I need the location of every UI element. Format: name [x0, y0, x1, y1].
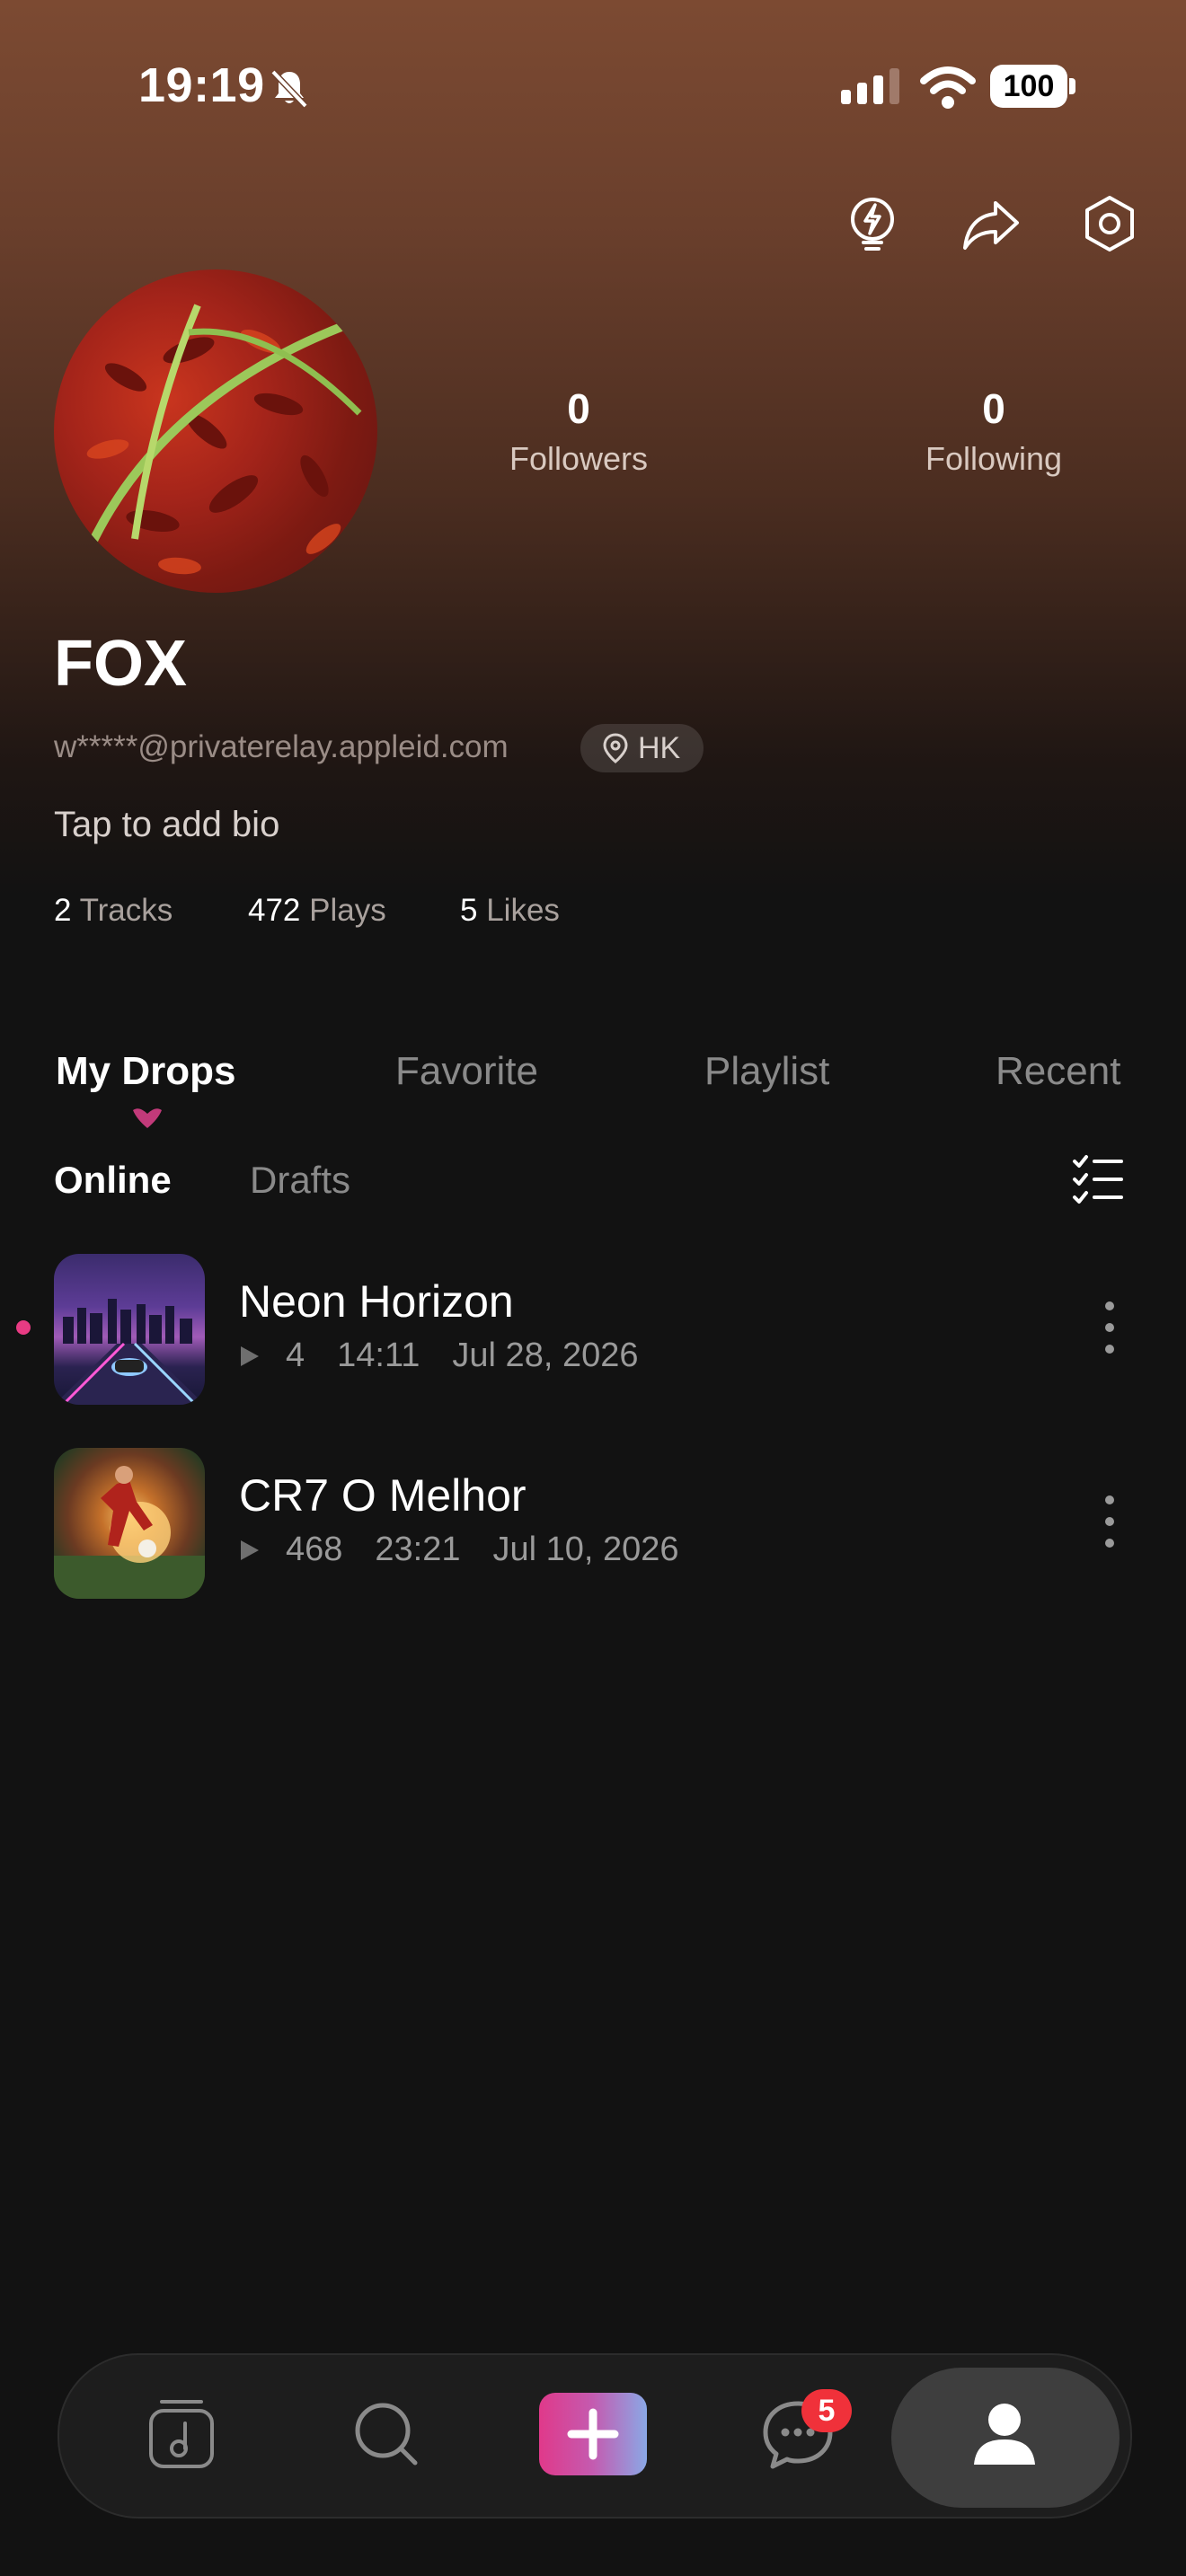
track-meta: 4 14:11 Jul 28, 2026 [239, 1337, 670, 1375]
track-meta: 468 23:21 Jul 10, 2026 [239, 1531, 712, 1569]
following-count[interactable]: 0 [886, 384, 1102, 433]
active-tab-indicator [133, 1108, 162, 1128]
profile-email: w*****@privaterelay.appleid.com [54, 729, 509, 764]
wifi-icon [920, 66, 976, 109]
tab-my-drops[interactable]: My Drops [56, 1049, 235, 1094]
create-button[interactable] [539, 2393, 647, 2475]
bio-placeholder[interactable]: Tap to add bio [54, 805, 279, 845]
battery-tip [1069, 78, 1075, 94]
settings-gear-icon[interactable] [1078, 192, 1141, 255]
tracks-stat: 2 Tracks [54, 893, 173, 929]
track-title[interactable]: Neon Horizon [239, 1275, 514, 1328]
tab-recent[interactable]: Recent [996, 1049, 1120, 1094]
plus-icon [567, 2408, 619, 2460]
track-duration: 14:11 [337, 1337, 420, 1374]
messages-badge: 5 [801, 2389, 852, 2432]
followers-count[interactable]: 0 [471, 384, 686, 433]
new-track-dot [16, 1320, 31, 1335]
track-thumbnail[interactable] [54, 1254, 205, 1405]
profile-person-icon [974, 2404, 1035, 2465]
avatar-image [85, 304, 362, 575]
followers-label[interactable]: Followers [471, 440, 686, 478]
track-title[interactable]: CR7 O Melhor [239, 1469, 527, 1522]
plays-count: 472 [248, 893, 301, 928]
play-count-icon [241, 1345, 259, 1366]
nav-music-library[interactable] [128, 2378, 235, 2490]
track-plays: 4 [286, 1337, 305, 1374]
tracks-label: Tracks [79, 893, 173, 928]
profile-name: FOX [54, 628, 188, 700]
share-icon[interactable] [960, 192, 1022, 255]
tab-favorite[interactable]: Favorite [395, 1049, 538, 1094]
following-label[interactable]: Following [886, 440, 1102, 478]
cellular-signal-icon [841, 68, 899, 104]
status-time: 19:19 [138, 58, 265, 112]
nav-search[interactable] [332, 2378, 440, 2490]
track-artwork [54, 1299, 205, 1405]
nav-profile[interactable] [951, 2378, 1058, 2490]
search-icon [355, 2403, 418, 2466]
battery-indicator: 100 [990, 65, 1076, 108]
likes-stat: 5 Likes [460, 893, 560, 929]
track-artwork [54, 1466, 205, 1599]
music-library-icon [149, 2400, 214, 2468]
tab-playlist[interactable]: Playlist [704, 1049, 829, 1094]
boost-lightbulb-icon[interactable] [841, 192, 904, 255]
plays-label: Plays [309, 893, 386, 928]
track-date: Jul 10, 2026 [492, 1531, 679, 1568]
track-thumbnail[interactable] [54, 1448, 205, 1599]
track-duration: 23:21 [375, 1531, 461, 1568]
play-count-icon [241, 1539, 259, 1560]
likes-count: 5 [460, 893, 478, 928]
checklist-icon[interactable] [1071, 1153, 1125, 1207]
more-options-icon[interactable] [1096, 1299, 1123, 1356]
track-plays: 468 [286, 1531, 343, 1568]
likes-label: Likes [486, 893, 560, 928]
plays-stat: 472 Plays [248, 893, 386, 929]
tracks-count: 2 [54, 893, 72, 928]
region-label: HK [638, 730, 681, 765]
silent-bell-icon [270, 69, 308, 109]
battery-level: 100 [990, 65, 1067, 108]
avatar[interactable] [54, 269, 377, 593]
more-options-icon[interactable] [1096, 1493, 1123, 1550]
location-pin-icon [603, 733, 628, 763]
subtab-drafts[interactable]: Drafts [250, 1159, 350, 1202]
region-badge: HK [580, 724, 704, 772]
track-date: Jul 28, 2026 [452, 1337, 639, 1374]
subtab-online[interactable]: Online [54, 1159, 172, 1202]
